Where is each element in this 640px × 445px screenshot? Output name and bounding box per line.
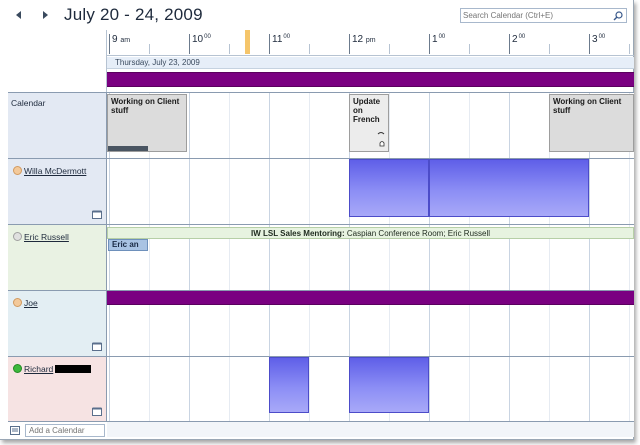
gridline [109,357,110,421]
next-week-button[interactable] [39,9,51,21]
recurrence-icon [377,132,385,135]
busy-block[interactable] [429,159,589,217]
appointment-working-on-client-2[interactable]: Working on Client stuff [549,94,634,152]
gridline [309,93,310,158]
hour-label-9: 9 am [112,34,131,45]
gridline [509,93,510,158]
row-grid-eric-russell[interactable]: IW LSL Sales Mentoring: Caspian Conferen… [107,224,634,290]
presence-icon [13,298,22,307]
hour-label-1: 100 [432,34,446,45]
gridline [429,93,430,158]
gridline [269,93,270,158]
top-bar: July 20 - 24, 2009 [0,0,634,30]
address-book-icon[interactable] [10,426,20,435]
bottom-scroll-strip[interactable] [107,421,634,437]
gridline [589,159,590,224]
sales-mentoring-event[interactable]: IW LSL Sales Mentoring: Caspian Conferen… [107,227,634,239]
gridline [189,159,190,224]
gridline [549,357,550,421]
gridline [309,159,310,224]
person-name[interactable]: Richard [24,364,92,374]
redaction-box [55,365,92,373]
appointment-update-on-french[interactable]: Update on French [349,94,389,152]
row-label-richard[interactable]: Richard [8,356,107,421]
gridline [629,159,630,224]
busy-block[interactable] [349,159,429,217]
search-input[interactable] [463,9,608,22]
gridline [629,357,630,421]
all-day-event[interactable] [107,72,634,87]
previous-week-button[interactable] [13,9,25,21]
presence-icon [13,232,22,241]
current-time-marker [245,30,250,54]
scheduling-view: July 20 - 24, 2009 9 am 1000 1100 12 pm … [0,0,634,440]
row-label-calendar[interactable]: Calendar [8,92,107,158]
hour-label-10: 1000 [192,34,211,45]
eric-appointment-chip[interactable]: Eric an [108,239,148,251]
gridline [189,93,190,158]
bell-icon [379,141,385,147]
row-grid-willa-mcdermott[interactable] [107,158,634,224]
calendar-label: Calendar [11,98,46,108]
person-name[interactable]: Eric Russell [24,232,69,242]
busy-status-bar [108,146,148,151]
person-name[interactable]: Willa McDermott [24,166,86,176]
calendar-icon[interactable] [92,210,102,219]
row-grid-joe[interactable] [107,290,634,356]
gridline [229,357,230,421]
gridline [469,357,470,421]
time-ruler: 9 am 1000 1100 12 pm 100 200 300 [107,30,634,56]
hour-label-11: 1100 [272,34,291,45]
row-grid-calendar[interactable]: Working on Client stuff Update on French… [107,92,634,158]
gridline [229,93,230,158]
triangle-right-icon [43,11,48,19]
calendar-icon[interactable] [92,407,102,416]
all-day-event[interactable] [107,291,634,305]
calendar-icon[interactable] [92,342,102,351]
hour-label-12: 12 pm [352,34,376,45]
gridline [389,93,390,158]
appointment-working-on-client[interactable]: Working on Client stuff [107,94,187,152]
presence-icon [13,166,22,175]
search-calendar-box[interactable] [460,8,627,23]
busy-block[interactable] [269,357,309,413]
ruler-left-spacer [8,30,107,92]
add-calendar-input[interactable] [25,424,105,437]
date-range-title: July 20 - 24, 2009 [64,5,203,24]
search-icon[interactable] [613,11,623,21]
row-label-eric-russell[interactable]: Eric Russell [8,224,107,290]
row-label-willa-mcdermott[interactable]: Willa McDermott [8,158,107,224]
gridline [269,159,270,224]
person-name[interactable]: Joe [24,298,38,308]
gridline [189,357,190,421]
gridline [509,357,510,421]
gridline [429,357,430,421]
gridline [309,357,310,421]
day-header-label: Thursday, July 23, 2009 [115,58,200,67]
gridline [469,93,470,158]
triangle-left-icon [16,11,21,19]
add-calendar-area [8,421,107,437]
day-header: Thursday, July 23, 2009 [107,57,634,69]
busy-block[interactable] [349,357,429,413]
row-grid-richard[interactable] [107,356,634,421]
gridline [149,159,150,224]
hour-label-2: 200 [512,34,526,45]
gridline [109,159,110,224]
hour-label-3: 300 [592,34,606,45]
gridline [229,159,230,224]
row-label-joe[interactable]: Joe [8,290,107,356]
presence-icon [13,364,22,373]
gridline [149,357,150,421]
gridline [589,357,590,421]
